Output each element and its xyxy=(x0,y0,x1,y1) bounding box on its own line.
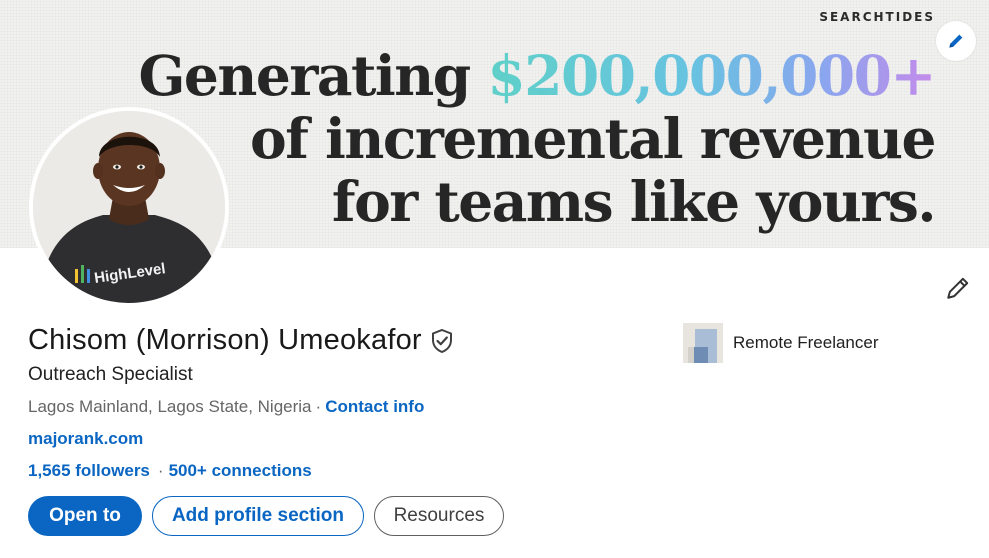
connections-link[interactable]: 500+ connections xyxy=(169,461,312,480)
banner-prefix: Generating xyxy=(138,43,471,108)
profile-location: Lagos Mainland, Lagos State, Nigeria xyxy=(28,397,312,416)
profile-actions: Open to Add profile section Resources xyxy=(28,496,504,536)
current-company[interactable]: Remote Freelancer xyxy=(683,323,879,363)
name-row: Chisom (Morrison) Umeokafor xyxy=(28,324,454,357)
website-link[interactable]: majorank.com xyxy=(28,429,143,448)
network-separator: · xyxy=(157,461,164,480)
add-profile-section-button[interactable]: Add profile section xyxy=(152,496,364,536)
verified-shield-icon[interactable] xyxy=(430,328,454,354)
banner-line-1: Generating $200,000,000+ xyxy=(138,43,936,108)
open-to-button[interactable]: Open to xyxy=(28,496,142,536)
network-row: 1,565 followers · 500+ connections xyxy=(28,461,312,481)
edit-banner-button[interactable] xyxy=(936,21,976,61)
contact-info-link[interactable]: Contact info xyxy=(325,397,424,416)
profile-photo[interactable]: HighLevel xyxy=(29,107,229,307)
profile-headline: Outreach Specialist xyxy=(28,364,193,385)
profile-name: Chisom (Morrison) Umeokafor xyxy=(28,324,422,356)
resources-button[interactable]: Resources xyxy=(374,496,504,536)
banner-amount: $200,000,000+ xyxy=(487,43,936,108)
followers-link[interactable]: 1,565 followers xyxy=(28,461,150,480)
pencil-icon xyxy=(949,34,963,48)
company-logo xyxy=(683,323,723,363)
company-name: Remote Freelancer xyxy=(733,333,879,352)
edit-intro-button[interactable] xyxy=(938,268,978,308)
location-row: Lagos Mainland, Lagos State, Nigeria · Con… xyxy=(28,397,424,417)
pencil-icon xyxy=(947,277,969,299)
banner-line-3: for teams like yours. xyxy=(331,169,937,234)
website-row: majorank.com xyxy=(28,429,143,449)
avatar: HighLevel xyxy=(33,111,225,303)
person-portrait: HighLevel xyxy=(33,111,225,303)
banner-headline: Generating $200,000,000+ of incremental … xyxy=(138,43,937,234)
location-separator: · xyxy=(315,397,322,416)
banner-line-2: of incremental revenue xyxy=(250,106,936,171)
banner-brand: SEARCHTIDES xyxy=(819,10,935,24)
